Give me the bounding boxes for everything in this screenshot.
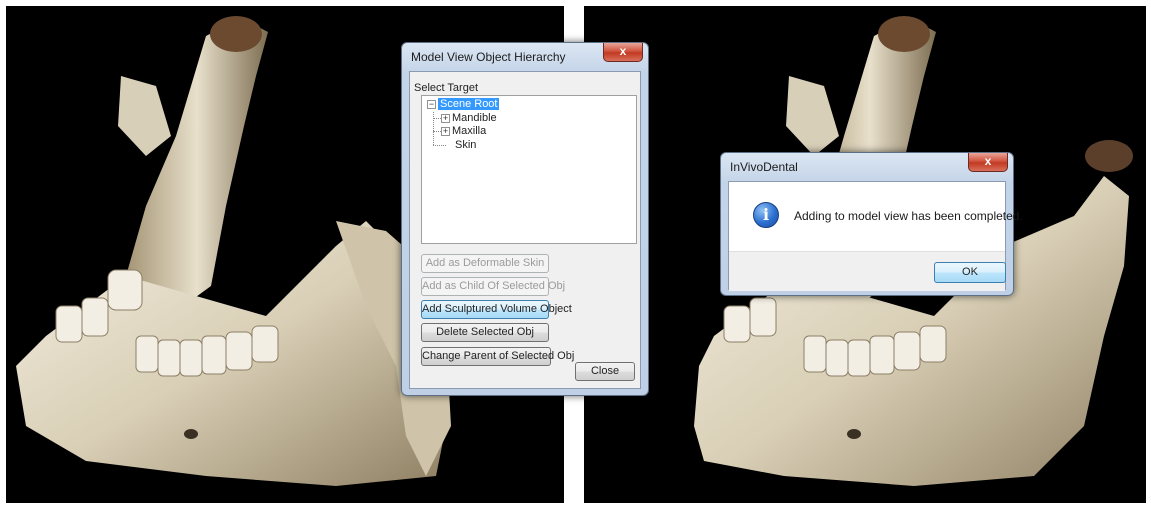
tree-item-scene-root[interactable]: − Scene Root [427, 98, 500, 111]
add-as-child-button[interactable]: Add as Child Of Selected Obj [421, 277, 565, 296]
dialog-client-area: Select Target − Scene Root + Mandible + Max… [409, 71, 641, 389]
message-client-area: i Adding to model view has been complete… [728, 181, 1023, 291]
message-title: InVivoDental [730, 160, 798, 174]
message-text: Adding to model view has been completed. [794, 209, 1023, 223]
tree-item-maxilla[interactable]: + Maxilla [441, 125, 486, 138]
message-titlebar[interactable]: InVivoDental x [728, 153, 1008, 181]
ok-button[interactable]: OK [934, 262, 1006, 283]
close-button[interactable]: Close [575, 362, 635, 381]
expand-icon[interactable]: + [441, 113, 450, 123]
object-tree[interactable]: − Scene Root + Mandible + Maxilla Skin [421, 95, 637, 244]
model-view-object-hierarchy-dialog: Model View Object Hierarchy x Select Tar… [401, 42, 649, 396]
tree-connector [433, 112, 434, 145]
collapse-icon[interactable]: − [427, 99, 436, 109]
close-icon[interactable]: x [968, 153, 1008, 172]
change-parent-button[interactable]: Change Parent of Selected Obj [421, 347, 574, 366]
dialog-title: Model View Object Hierarchy [411, 50, 566, 64]
dialog-titlebar[interactable]: Model View Object Hierarchy x [409, 43, 643, 71]
tree-item-mandible[interactable]: + Mandible [441, 112, 497, 125]
close-icon[interactable]: x [603, 43, 643, 62]
delete-selected-button[interactable]: Delete Selected Obj [421, 323, 549, 342]
tree-connector [433, 145, 446, 146]
tree-connector [433, 118, 441, 119]
tree-connector [433, 131, 441, 132]
information-icon: i [753, 202, 779, 228]
message-footer: OK [729, 251, 1006, 291]
tree-item-skin[interactable]: Skin [455, 139, 476, 152]
select-target-label: Select Target [414, 82, 479, 94]
invivodental-message-box: InVivoDental x i Adding to model view ha… [720, 152, 1023, 296]
expand-icon[interactable]: + [441, 126, 450, 136]
message-body: i Adding to model view has been complete… [729, 182, 1023, 251]
add-deformable-skin-button[interactable]: Add as Deformable Skin [421, 254, 549, 273]
add-sculptured-volume-button[interactable]: Add Sculptured Volume Object [421, 300, 572, 319]
